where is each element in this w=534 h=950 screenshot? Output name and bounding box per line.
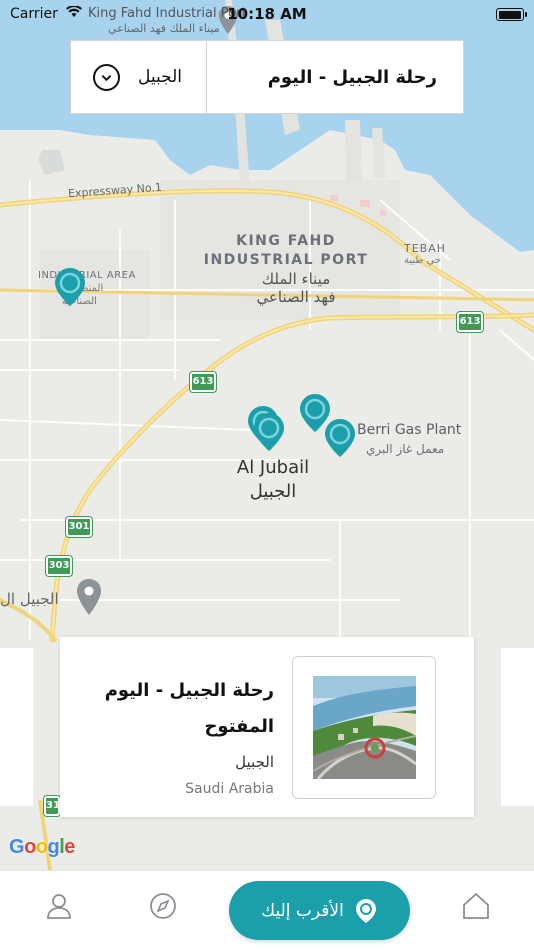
- city-label: Al Jubail الجبيل: [236, 457, 310, 502]
- place-label-arabic: الجبيل ال: [0, 590, 59, 608]
- profile-icon[interactable]: [44, 891, 74, 921]
- compass-icon[interactable]: [148, 891, 178, 921]
- city-dropdown[interactable]: الجبيل: [71, 41, 207, 113]
- google-logo: Google: [9, 836, 75, 858]
- status-bar: Carrier King Fahd Industrial Port ميناء …: [0, 0, 534, 35]
- poi-label-arabic: معمل غاز البري: [366, 442, 445, 456]
- port-label-arabic: ميناء الملك فهد الصناعي: [256, 270, 336, 306]
- battery-fill: [498, 10, 521, 19]
- previous-card[interactable]: [0, 648, 33, 806]
- trip-card-thumbnail-frame: [292, 656, 436, 799]
- route-shield: 31: [44, 796, 60, 816]
- poi-label: Berri Gas Plant: [357, 422, 462, 438]
- route-shield: 613: [190, 372, 216, 392]
- trip-card-thumbnail: [312, 676, 416, 779]
- trip-marker-icon[interactable]: [323, 417, 357, 459]
- route-shield: 301: [66, 517, 92, 537]
- location-pin-icon: [355, 898, 376, 923]
- trip-title: رحلة الجبيل - اليوم: [267, 66, 437, 88]
- trip-header-panel: الجبيل رحلة الجبيل - اليوم: [70, 40, 464, 114]
- district-label: TEBAH: [404, 242, 447, 255]
- trip-marker-icon[interactable]: [53, 266, 87, 308]
- chevron-down-icon: [93, 63, 120, 91]
- port-label-top-arabic: ميناء الملك فهد الصناعي: [108, 22, 220, 35]
- trip-card[interactable]: رحلة الجبيل - اليوم المفتوح الجبيل Saudi…: [60, 637, 474, 817]
- grey-map-pin-icon[interactable]: [76, 578, 102, 616]
- next-card[interactable]: [501, 648, 534, 806]
- nearest-to-you-button[interactable]: الأقرب إليك: [229, 881, 410, 940]
- trip-card-name: رحلة الجبيل - اليوم المفتوح: [104, 680, 274, 737]
- trip-card-text: رحلة الجبيل - اليوم المفتوح الجبيل Saudi…: [80, 673, 274, 797]
- trip-card-city: الجبيل: [235, 753, 274, 771]
- trip-marker-icon[interactable]: [252, 411, 286, 453]
- home-icon[interactable]: [461, 891, 491, 921]
- battery-icon: [496, 8, 527, 21]
- district-label-arabic: حي طبية: [404, 255, 442, 266]
- city-dropdown-value: الجبيل: [138, 67, 183, 87]
- trip-card-country: Saudi Arabia: [185, 781, 274, 797]
- nearest-to-you-label: الأقرب إليك: [261, 900, 344, 921]
- clock: 10:18 AM: [227, 5, 307, 23]
- tab-bar: الأقرب إليك: [0, 870, 534, 950]
- route-shield: 303: [46, 556, 72, 576]
- port-label: KING FAHD INDUSTRIAL PORT: [203, 233, 369, 268]
- route-shield: 613: [457, 312, 483, 332]
